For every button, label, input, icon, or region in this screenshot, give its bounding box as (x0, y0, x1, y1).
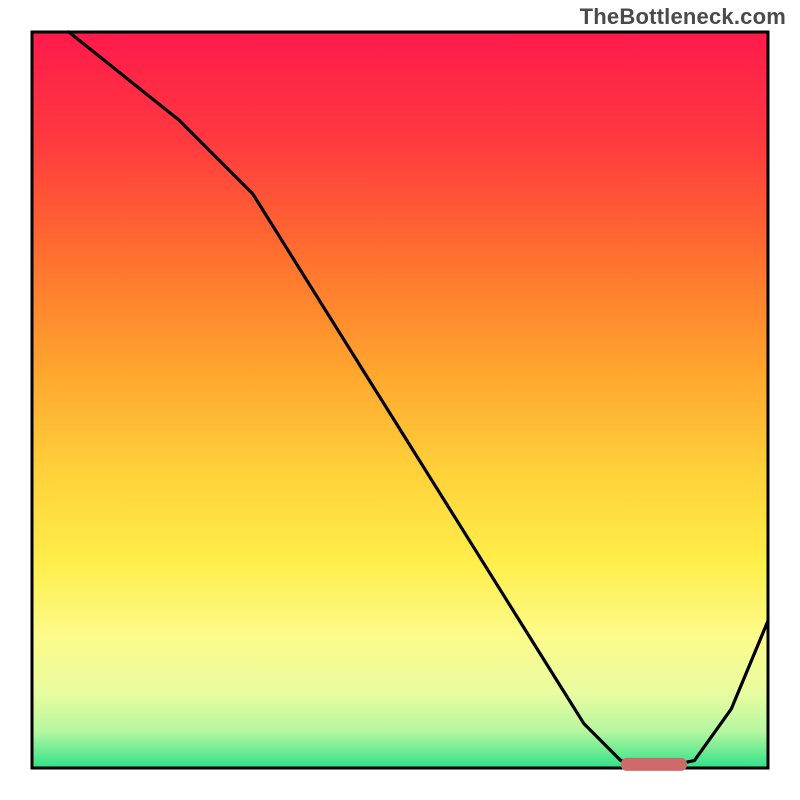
optimal-range-marker (621, 758, 687, 771)
watermark-text: TheBottleneck.com (580, 4, 786, 30)
plot-background (32, 32, 768, 768)
bottleneck-chart (0, 0, 800, 800)
